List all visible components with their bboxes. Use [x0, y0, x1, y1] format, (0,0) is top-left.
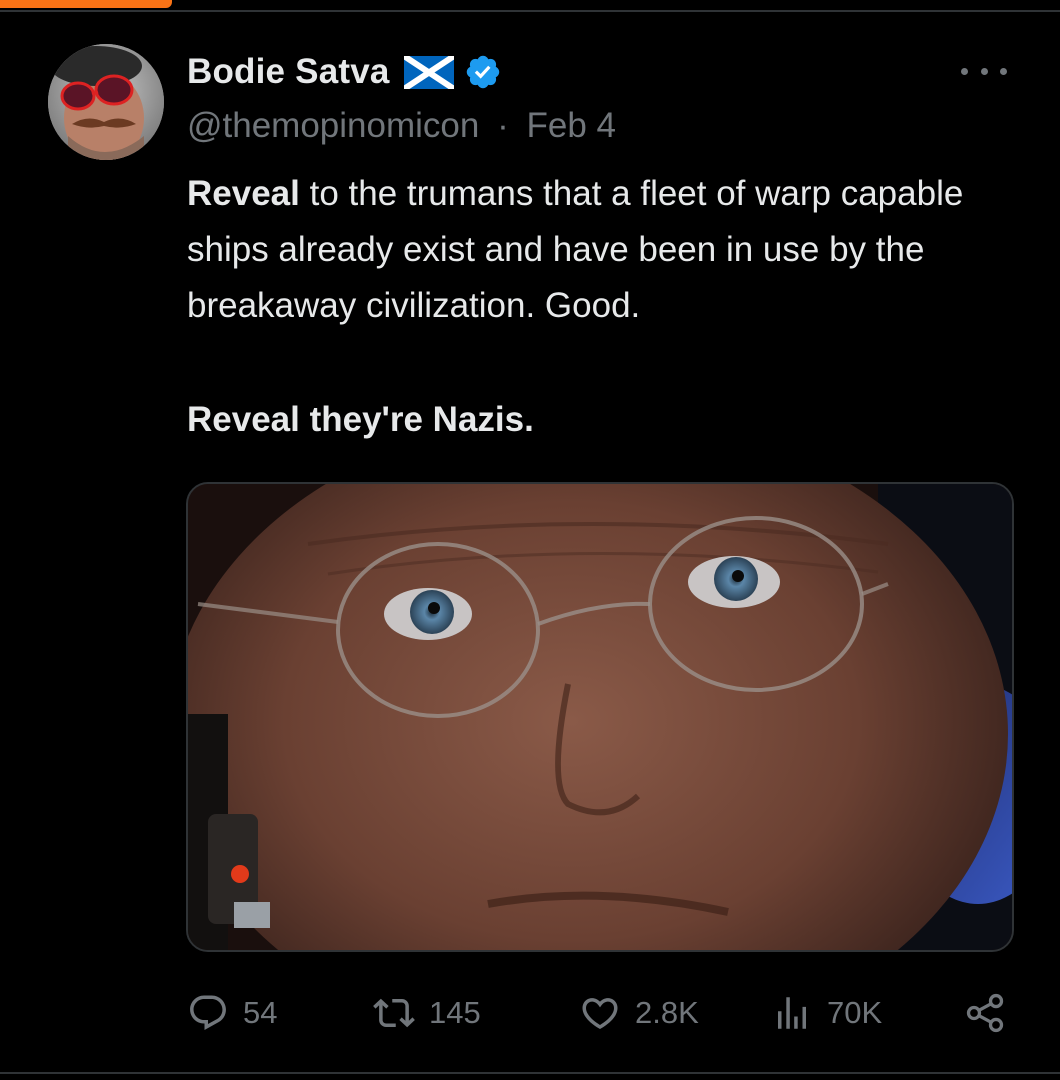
- views-chart-icon: [778, 997, 806, 1029]
- separator: ·: [497, 106, 509, 145]
- tweet-text-rest: to the trumans that a fleet of warp capa…: [187, 174, 964, 325]
- name-row: Bodie Satva: [187, 48, 1007, 96]
- verified-badge-icon[interactable]: [464, 53, 502, 91]
- share-button[interactable]: [963, 988, 1007, 1038]
- top-divider: [0, 10, 1060, 12]
- repost-icon: [373, 998, 415, 1028]
- heart-icon: [582, 998, 618, 1030]
- like-button[interactable]: 2.8K: [579, 988, 699, 1038]
- tweet-screen: Bodie Satva @themopinomicon · Feb 4 Reve…: [0, 0, 1060, 1080]
- tweet-header: Bodie Satva @themopinomicon · Feb 4: [187, 48, 1007, 148]
- tweet-actions: 54 145 2.8K 70K: [187, 988, 1013, 1038]
- display-name[interactable]: Bodie Satva: [187, 52, 390, 92]
- tweet-paragraph-2: Reveal they're Nazis.: [187, 400, 534, 439]
- tweet-bold-word: Reveal: [187, 174, 300, 213]
- like-count: 2.8K: [635, 995, 699, 1030]
- top-accent-bar: [0, 0, 172, 8]
- tweet-date[interactable]: Feb 4: [526, 106, 616, 145]
- bottom-divider: [0, 1072, 1060, 1074]
- handle-row: @themopinomicon · Feb 4: [187, 104, 1007, 148]
- reply-icon: [190, 995, 226, 1030]
- tweet-media-photo[interactable]: [186, 482, 1014, 952]
- reply-count: 54: [243, 995, 278, 1030]
- views-button[interactable]: 70K: [771, 988, 882, 1038]
- scotland-flag-icon: [401, 52, 456, 92]
- tweet-paragraph-1: Reveal to the trumans that a fleet of wa…: [187, 166, 1017, 334]
- reply-button[interactable]: 54: [187, 988, 277, 1038]
- more-options-icon[interactable]: [961, 56, 1007, 86]
- tweet-body: Reveal to the trumans that a fleet of wa…: [187, 166, 1017, 448]
- repost-count: 145: [429, 995, 481, 1030]
- avatar[interactable]: [48, 44, 164, 160]
- repost-button[interactable]: 145: [373, 988, 481, 1038]
- views-count: 70K: [827, 995, 883, 1030]
- share-icon: [966, 993, 1004, 1033]
- handle[interactable]: @themopinomicon: [187, 106, 479, 145]
